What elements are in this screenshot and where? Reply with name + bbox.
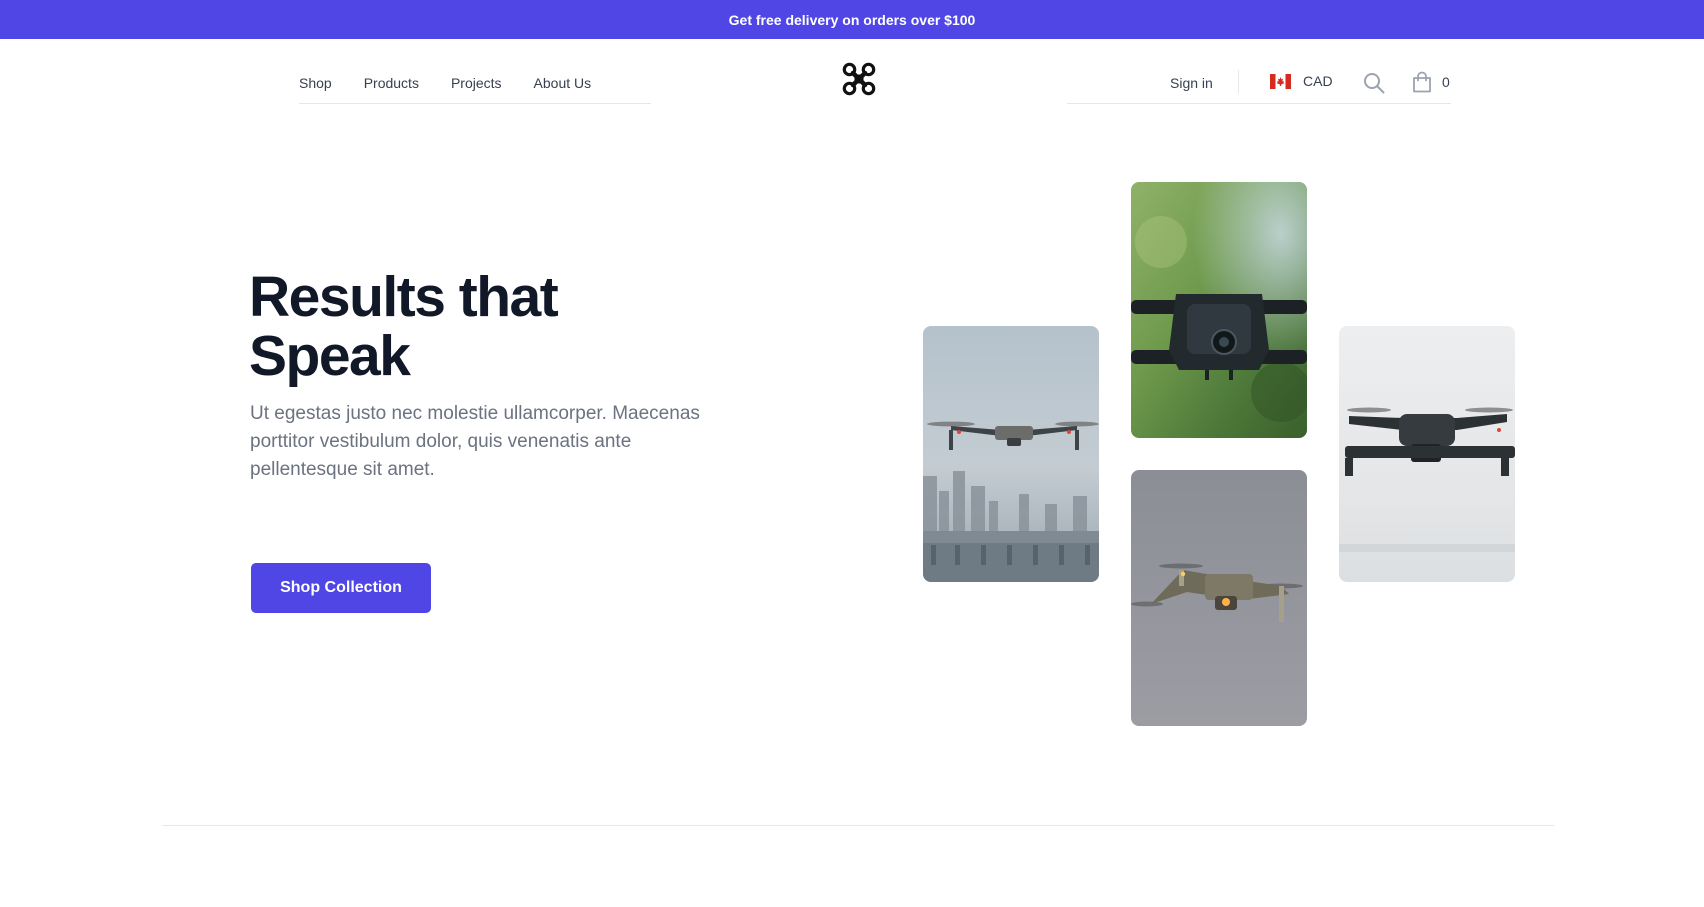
drone-logo-icon[interactable] [842, 62, 876, 96]
nav-link-about-us[interactable]: About Us [534, 75, 592, 91]
section-divider [162, 825, 1554, 826]
hero-title-line1: Results that [249, 265, 559, 329]
drone-white-sky-image [1339, 326, 1515, 582]
currency-selector[interactable]: CAD [1270, 73, 1333, 89]
nav-link-products[interactable]: Products [364, 75, 419, 91]
nav-link-projects[interactable]: Projects [451, 75, 502, 91]
canada-flag-icon [1270, 73, 1291, 89]
nav-link-shop[interactable]: Shop [299, 75, 332, 91]
cart-count: 0 [1442, 74, 1450, 90]
drone-closeup-green-image [1131, 182, 1307, 438]
sign-in-link[interactable]: Sign in [1170, 75, 1213, 91]
currency-code: CAD [1303, 73, 1333, 89]
nav-divider [1238, 70, 1239, 94]
hero-title-line2: Speak [249, 324, 411, 388]
shop-collection-button[interactable]: Shop Collection [251, 563, 431, 613]
main-nav: Shop Products Projects About Us [299, 60, 651, 104]
search-icon[interactable] [1363, 72, 1385, 94]
drone-over-city-image [923, 326, 1099, 582]
hero-title: Results that Speak [249, 268, 769, 386]
drone-grey-sky-image [1131, 470, 1307, 726]
shopping-bag-icon [1413, 71, 1431, 93]
promo-text: Get free delivery on orders over $100 [728, 11, 976, 28]
promo-banner: Get free delivery on orders over $100 [0, 0, 1704, 39]
cart-button[interactable]: 0 [1412, 71, 1450, 93]
hero-description: Ut egestas justo nec molestie ullamcorpe… [250, 403, 700, 480]
account-nav: Sign in CAD 0 [1067, 60, 1451, 104]
